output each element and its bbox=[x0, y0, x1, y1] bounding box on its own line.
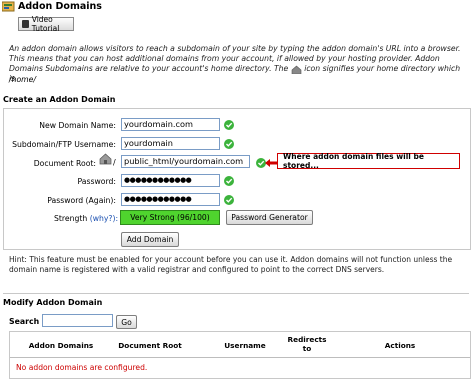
strength-label-group: Strength (why?): bbox=[54, 214, 118, 223]
page-title-text: Addon Domains bbox=[18, 1, 102, 12]
add-domain-button[interactable]: Add Domain bbox=[121, 232, 179, 247]
column-header[interactable]: Redirects to bbox=[282, 335, 332, 353]
home-directory-icon bbox=[99, 153, 112, 165]
go-button[interactable]: Go bbox=[116, 315, 137, 329]
strength-meter: Very Strong (96/100) bbox=[120, 210, 220, 225]
column-header[interactable]: Document Root bbox=[110, 341, 190, 350]
new-domain-input[interactable]: yourdomain.com bbox=[121, 118, 220, 131]
password-generator-button[interactable]: Password Generator bbox=[226, 210, 313, 225]
valid-check-icon bbox=[224, 195, 234, 205]
addon-domains-icon bbox=[1, 1, 15, 12]
column-header[interactable]: Addon Domains bbox=[16, 341, 106, 350]
docroot-input[interactable]: public_html/yourdomain.com bbox=[121, 155, 250, 168]
new-domain-label: New Domain Name: bbox=[39, 121, 116, 130]
empty-message: No addon domains are configured. bbox=[16, 363, 148, 372]
section-divider bbox=[3, 293, 469, 294]
valid-check-icon bbox=[224, 139, 234, 149]
table-header: Addon Domains Document Root Username Red… bbox=[10, 332, 470, 358]
valid-check-icon bbox=[224, 120, 234, 130]
column-header[interactable]: Username bbox=[210, 341, 280, 350]
search-input[interactable] bbox=[42, 314, 113, 327]
subdomain-label: Subdomain/FTP Username: bbox=[12, 140, 116, 149]
valid-check-icon bbox=[224, 176, 234, 186]
home-directory-icon bbox=[291, 65, 302, 74]
password-again-input[interactable]: ●●●●●●●●●●●● bbox=[121, 193, 220, 206]
password-label: Password: bbox=[77, 177, 117, 186]
subdomain-input[interactable]: yourdomain bbox=[121, 137, 220, 150]
password-again-label: Password (Again): bbox=[47, 196, 116, 205]
create-heading: Create an Addon Domain bbox=[3, 95, 116, 104]
film-icon bbox=[22, 20, 29, 28]
home-path: /home/ bbox=[9, 75, 36, 84]
video-tutorial-button[interactable]: Video Tutorial bbox=[18, 15, 74, 33]
column-header[interactable]: Actions bbox=[360, 341, 440, 350]
strength-label: Strength bbox=[54, 214, 88, 223]
docroot-label: Document Root: bbox=[33, 159, 96, 168]
docroot-prefix: / bbox=[113, 158, 116, 167]
addon-domains-table: Addon Domains Document Root Username Red… bbox=[9, 331, 471, 379]
password-input[interactable]: ●●●●●●●●●●●● bbox=[121, 174, 220, 187]
video-tutorial-label: Video Tutorial bbox=[31, 15, 60, 33]
search-label: Search bbox=[9, 317, 40, 326]
page-title: Addon Domains bbox=[1, 1, 102, 12]
red-arrow-icon bbox=[265, 158, 277, 168]
hint-text: Hint: This feature must be enabled for y… bbox=[9, 255, 453, 274]
modify-heading: Modify Addon Domain bbox=[3, 298, 103, 307]
why-link[interactable]: (why?): bbox=[90, 214, 118, 223]
docroot-callout: Where addon domain files will be stored.… bbox=[277, 152, 460, 170]
page-description: An addon domain allows visitors to reach… bbox=[9, 44, 461, 83]
